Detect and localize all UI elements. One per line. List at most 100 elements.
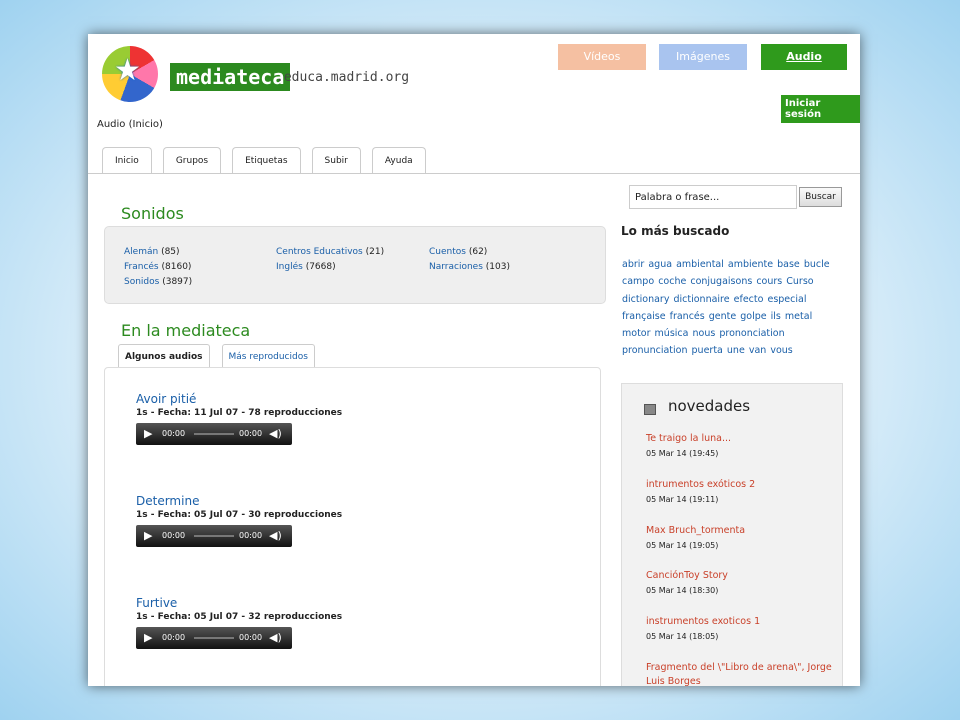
tag-link[interactable]: motor [622, 328, 651, 339]
player-duration: 00:00 [239, 633, 263, 642]
audio-list-panel: Avoir pitié 1s - Fecha: 11 Jul 07 - 78 r… [104, 367, 601, 686]
tag-link[interactable]: metal [785, 311, 812, 322]
sonidos-categories: Alemán (85) Francés (8160) Sonidos (3897… [104, 226, 606, 304]
category-count: (103) [485, 262, 510, 272]
tag-link[interactable]: prononciation [719, 328, 784, 339]
novedad-date: 05 Mar 14 (19:45) [646, 449, 719, 458]
player-progress-bar[interactable] [194, 637, 234, 639]
search-button[interactable]: Buscar [799, 187, 842, 207]
novedad-link[interactable]: Te traigo la luna... [646, 432, 836, 446]
subtab-algunos-audios[interactable]: Algunos audios [118, 344, 210, 368]
category-count: (85) [161, 247, 180, 257]
tag-link[interactable]: coche [658, 276, 686, 287]
player-current-time: 00:00 [162, 531, 186, 540]
category-count: (8160) [161, 262, 192, 272]
tag-link[interactable]: vous [770, 345, 792, 356]
tag-link[interactable]: conjugaisons [690, 276, 752, 287]
player-progress-bar[interactable] [194, 433, 234, 435]
volume-icon[interactable]: ◀) [269, 529, 282, 542]
tag-link[interactable]: efecto [734, 294, 764, 305]
audio-player[interactable]: ▶ 00:00 00:00 ◀) [136, 525, 292, 547]
audio-meta: 1s - Fecha: 05 Jul 07 - 32 reproduccione… [136, 612, 343, 622]
category-link[interactable]: Alemán [124, 247, 158, 257]
novedad-link[interactable]: CanciónToy Story [646, 569, 836, 583]
tag-link[interactable]: bucle [804, 259, 830, 270]
tag-link[interactable]: dictionary [622, 294, 669, 305]
category-item: Narraciones (103) [429, 262, 510, 272]
search-input[interactable] [629, 185, 797, 209]
tag-link[interactable]: ambiente [728, 259, 773, 270]
tab-grupos[interactable]: Grupos [162, 147, 222, 173]
tag-link[interactable]: especial [767, 294, 806, 305]
category-item: Inglés (7668) [276, 262, 336, 272]
tag-link[interactable]: Curso [786, 276, 813, 287]
tab-subir[interactable]: Subir [311, 147, 361, 173]
novedad-date: 05 Mar 14 (18:30) [646, 586, 719, 595]
novedades-panel: novedades Te traigo la luna... 05 Mar 14… [621, 383, 843, 686]
category-link[interactable]: Cuentos [429, 247, 466, 257]
tag-link[interactable]: cours [756, 276, 782, 287]
player-current-time: 00:00 [162, 429, 186, 438]
audio-title-link[interactable]: Determine [136, 494, 342, 508]
page-frame: ★ mediateca .educa.madrid.org Vídeos Imá… [88, 34, 860, 686]
brand-logo[interactable]: mediateca [170, 63, 291, 91]
tab-etiquetas[interactable]: Etiquetas [232, 147, 301, 173]
tab-inicio[interactable]: Inicio [102, 147, 152, 174]
nav-videos-button[interactable]: Vídeos [558, 44, 646, 70]
tag-link[interactable]: abrir [622, 259, 644, 270]
category-item: Centros Educativos (21) [276, 247, 384, 257]
nav-imagenes-button[interactable]: Imágenes [659, 44, 747, 70]
tag-link[interactable]: agua [648, 259, 672, 270]
brand-domain: .educa.madrid.org [276, 70, 410, 85]
novedad-link[interactable]: intrumentos exóticos 2 [646, 478, 836, 492]
tag-link[interactable]: francés [670, 311, 705, 322]
nav-audio-button[interactable]: Audio [761, 44, 847, 70]
tag-link[interactable]: puerta [692, 345, 723, 356]
sonidos-heading: Sonidos [121, 204, 184, 223]
tag-link[interactable]: base [777, 259, 800, 270]
play-icon[interactable]: ▶ [144, 631, 152, 644]
audio-player[interactable]: ▶ 00:00 00:00 ◀) [136, 627, 292, 649]
volume-icon[interactable]: ◀) [269, 427, 282, 440]
novedad-item: Te traigo la luna... 05 Mar 14 (19:45) [646, 432, 836, 458]
category-link[interactable]: Sonidos [124, 277, 159, 287]
login-button[interactable]: Iniciar sesión [781, 95, 860, 123]
category-link[interactable]: Inglés [276, 262, 303, 272]
player-progress-bar[interactable] [194, 535, 234, 537]
mas-buscado-heading: Lo más buscado [621, 224, 730, 238]
category-link[interactable]: Francés [124, 262, 159, 272]
category-count: (62) [468, 247, 488, 257]
volume-icon[interactable]: ◀) [269, 631, 282, 644]
image-icon [644, 404, 656, 415]
novedad-item: intrumentos exóticos 2 05 Mar 14 (19:11) [646, 478, 836, 504]
audio-item: Avoir pitié 1s - Fecha: 11 Jul 07 - 78 r… [136, 392, 342, 445]
category-link[interactable]: Centros Educativos [276, 247, 363, 257]
tag-link[interactable]: dictionnaire [673, 294, 729, 305]
logo-icon[interactable]: ★ [102, 46, 158, 102]
category-link[interactable]: Narraciones [429, 262, 483, 272]
tag-link[interactable]: golpe [740, 311, 766, 322]
tag-link[interactable]: van [749, 345, 766, 356]
category-item: Alemán (85) [124, 247, 180, 257]
audio-player[interactable]: ▶ 00:00 00:00 ◀) [136, 423, 292, 445]
tag-link[interactable]: nous [693, 328, 716, 339]
novedad-link[interactable]: instrumentos exoticos 1 [646, 615, 836, 629]
tag-link[interactable]: gente [709, 311, 736, 322]
play-icon[interactable]: ▶ [144, 529, 152, 542]
category-item: Cuentos (62) [429, 247, 487, 257]
novedad-link[interactable]: Max Bruch_tormenta [646, 524, 836, 538]
audio-title-link[interactable]: Avoir pitié [136, 392, 342, 406]
tag-link[interactable]: une [727, 345, 745, 356]
novedad-item: Max Bruch_tormenta 05 Mar 14 (19:05) [646, 524, 836, 550]
play-icon[interactable]: ▶ [144, 427, 152, 440]
tag-link[interactable]: ils [771, 311, 781, 322]
novedad-link[interactable]: Fragmento del \"Libro de arena\", Jorge … [646, 661, 836, 686]
tag-link[interactable]: française [622, 311, 666, 322]
tag-link[interactable]: campo [622, 276, 654, 287]
subtab-mas-reproducidos[interactable]: Más reproducidos [221, 344, 315, 368]
audio-title-link[interactable]: Furtive [136, 596, 342, 610]
tag-link[interactable]: ambiental [676, 259, 724, 270]
tag-link[interactable]: pronunciation [622, 345, 687, 356]
tag-link[interactable]: música [655, 328, 689, 339]
tab-ayuda[interactable]: Ayuda [371, 147, 426, 173]
